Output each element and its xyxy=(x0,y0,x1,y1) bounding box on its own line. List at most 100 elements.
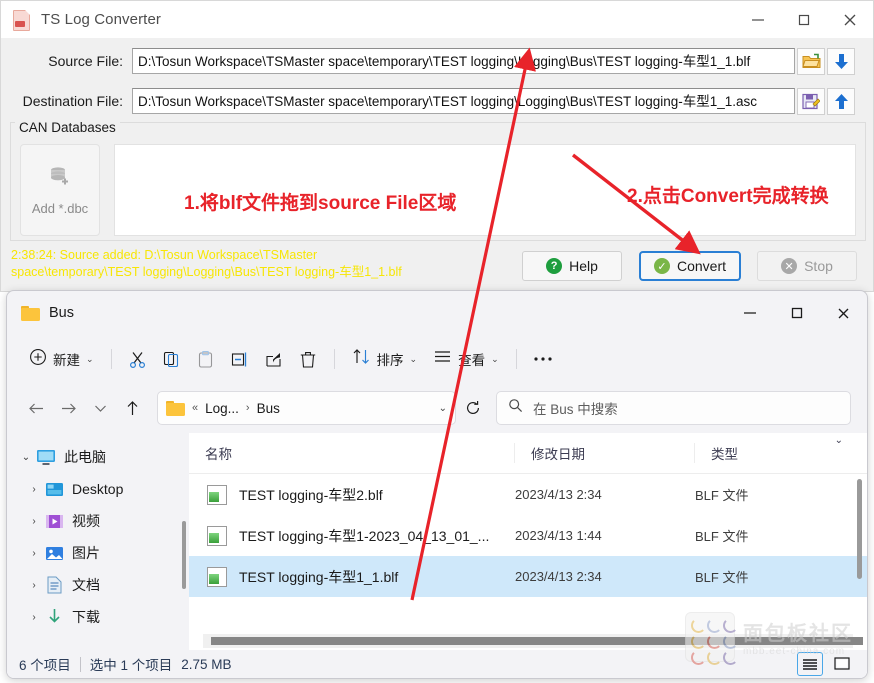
chevron-down-icon[interactable]: ⌄ xyxy=(835,435,843,446)
refresh-icon[interactable] xyxy=(458,393,488,423)
sidebar-item-label: Desktop xyxy=(72,481,124,497)
sort-arrows-icon xyxy=(352,347,371,371)
breadcrumb-segment-bus[interactable]: Bus xyxy=(257,401,280,416)
status-item-count: 6 个项目 xyxy=(19,658,71,673)
search-icon xyxy=(508,398,523,418)
file-date: 2023/4/13 2:34 xyxy=(515,487,602,502)
destination-file-input[interactable]: D:\Tosun Workspace\TSMaster space\tempor… xyxy=(132,88,795,114)
breadcrumb-overflow[interactable]: « xyxy=(192,402,198,414)
view-button[interactable]: 查看 ⌄ xyxy=(425,343,507,375)
search-input[interactable]: 在 Bus 中搜索 xyxy=(496,391,851,425)
folder-icon xyxy=(21,305,40,321)
save-disk-icon[interactable] xyxy=(797,87,825,115)
share-icon[interactable] xyxy=(257,343,291,375)
minimize-icon[interactable] xyxy=(735,1,781,38)
column-header-name[interactable]: 名称 xyxy=(189,443,514,463)
chevron-down-icon: ⌄ xyxy=(491,353,499,364)
sidebar-item-pictures[interactable]: › 图片 xyxy=(7,537,189,569)
source-file-input[interactable]: D:\Tosun Workspace\TSMaster space\tempor… xyxy=(132,48,795,74)
copy-icon[interactable] xyxy=(155,343,189,375)
destination-file-row: Destination File: D:\Tosun Workspace\TSM… xyxy=(1,84,855,118)
minimize-icon[interactable] xyxy=(726,291,773,335)
chevron-right-icon[interactable]: › xyxy=(25,612,43,623)
add-dbc-button[interactable]: Add *.dbc xyxy=(20,144,100,236)
view-lines-icon xyxy=(433,347,452,371)
column-header-type[interactable]: 类型 xyxy=(694,443,824,463)
arrow-right-icon[interactable] xyxy=(53,393,83,423)
help-circle-icon: ? xyxy=(546,258,563,274)
file-date: 2023/4/13 2:34 xyxy=(515,569,602,584)
log-line: 2:38:24: Source added: D:\Tosun Workspac… xyxy=(11,248,318,262)
documents-icon xyxy=(43,576,65,594)
table-row[interactable]: TEST logging-车型1-2023_04_13_01_... 2023/… xyxy=(189,515,867,556)
watermark-subtitle: mbb.eet-china.com xyxy=(743,646,846,657)
sidebar-item-this-pc[interactable]: ⌄ 此电脑 xyxy=(7,441,189,473)
rename-icon[interactable] xyxy=(223,343,257,375)
videos-icon xyxy=(43,512,65,530)
sidebar-item-label: 下载 xyxy=(72,609,100,625)
sort-button[interactable]: 排序 ⌄ xyxy=(344,343,426,375)
converter-window-controls xyxy=(735,1,873,38)
sidebar-item-label: 图片 xyxy=(72,545,100,561)
open-folder-icon[interactable] xyxy=(797,47,825,75)
view-button-label: 查看 xyxy=(458,353,486,368)
close-icon[interactable] xyxy=(827,1,873,38)
explorer-title: Bus xyxy=(49,305,74,321)
sidebar-item-label: 视频 xyxy=(72,513,100,529)
watermark-text: 面包板社区 mbb.eet-china.com xyxy=(743,617,853,657)
breadcrumb[interactable]: « Log... › Bus ⌄ xyxy=(157,391,456,425)
maximize-icon[interactable] xyxy=(773,291,820,335)
nav-scrollbar[interactable] xyxy=(182,521,186,589)
close-icon[interactable] xyxy=(820,291,867,335)
chevron-right-icon[interactable]: › xyxy=(25,548,43,559)
new-button[interactable]: 新建 ⌄ xyxy=(21,343,102,375)
help-button[interactable]: ? Help xyxy=(522,251,622,281)
column-header-date[interactable]: 修改日期 xyxy=(514,443,694,463)
vertical-scrollbar[interactable] xyxy=(857,479,862,579)
trash-icon[interactable] xyxy=(291,343,325,375)
down-arrow-icon[interactable] xyxy=(827,47,855,75)
status-selection: 选中 1 个项目 xyxy=(89,658,173,673)
file-type: BLF 文件 xyxy=(695,488,749,503)
scissors-icon[interactable] xyxy=(121,343,155,375)
log-line: space\temporary\TEST logging\Logging\Bus… xyxy=(11,265,402,279)
chevron-right-icon[interactable]: › xyxy=(25,580,43,591)
destination-file-label: Destination File: xyxy=(22,93,123,109)
table-row[interactable]: TEST logging-车型2.blf 2023/4/13 2:34 BLF … xyxy=(189,474,867,515)
chevron-right-icon[interactable]: › xyxy=(25,484,43,495)
converter-titlebar: TS Log Converter xyxy=(1,1,873,38)
sort-button-label: 排序 xyxy=(376,353,404,368)
sidebar-item-downloads[interactable]: › 下载 xyxy=(7,601,189,633)
sidebar-item-desktop[interactable]: › Desktop xyxy=(7,473,189,505)
file-name: TEST logging-车型1_1.blf xyxy=(239,568,399,585)
ellipsis-icon[interactable] xyxy=(526,343,560,375)
explorer-window-controls xyxy=(726,291,867,335)
paste-icon[interactable] xyxy=(189,343,223,375)
table-row[interactable]: TEST logging-车型1_1.blf 2023/4/13 2:34 BL… xyxy=(189,556,867,597)
recent-locations-chevron-down-icon[interactable] xyxy=(85,393,115,423)
arrow-up-icon[interactable] xyxy=(117,393,147,423)
blf-file-icon xyxy=(207,567,227,587)
maximize-icon[interactable] xyxy=(781,1,827,38)
toolbar-divider xyxy=(333,349,335,369)
file-name: TEST logging-车型1-2023_04_13_01_... xyxy=(239,527,490,544)
sidebar-item-documents[interactable]: › 文档 xyxy=(7,569,189,601)
sidebar-item-videos[interactable]: › 视频 xyxy=(7,505,189,537)
chevron-right-icon[interactable]: › xyxy=(25,516,43,527)
breadcrumb-segment-logging[interactable]: Log... xyxy=(205,401,239,416)
desktop-icon xyxy=(43,480,65,498)
breadcrumb-separator: › xyxy=(245,402,250,414)
arrow-left-icon[interactable] xyxy=(21,393,51,423)
search-placeholder: 在 Bus 中搜索 xyxy=(533,402,618,417)
chevron-down-icon[interactable]: ⌄ xyxy=(439,403,447,414)
log-output: 2:38:24: Source added: D:\Tosun Workspac… xyxy=(11,247,511,287)
file-explorer-window: Bus 新建 ⌄ 排序 ⌄ 查看 ⌄ « Log... › Bus ⌄ 在 Bu… xyxy=(6,290,868,679)
toolbar-divider xyxy=(515,349,517,369)
explorer-titlebar: Bus xyxy=(7,291,867,335)
status-size: 2.75 MB xyxy=(181,656,232,672)
chevron-down-icon[interactable]: ⌄ xyxy=(17,452,35,463)
add-dbc-label: Add *.dbc xyxy=(31,200,89,216)
up-arrow-icon[interactable] xyxy=(827,87,855,115)
stop-button[interactable]: ✕ Stop xyxy=(757,251,857,281)
convert-button[interactable]: ✓ Convert xyxy=(639,251,741,281)
